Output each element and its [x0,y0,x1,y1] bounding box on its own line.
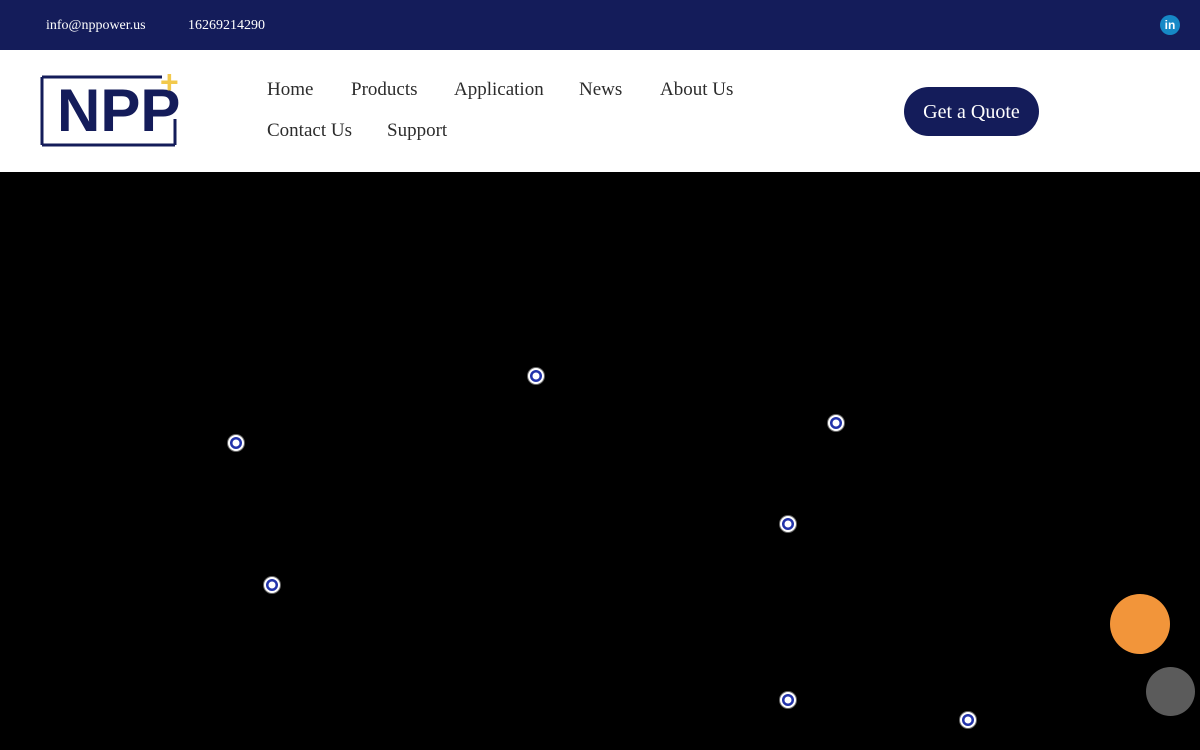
hotspot-icon[interactable] [264,577,280,593]
orange-circle-icon[interactable] [1110,594,1170,654]
company-logo[interactable]: NPP + [40,64,190,149]
nav-contact-us[interactable]: Contact Us [267,120,352,142]
hotspot-icon[interactable] [228,435,244,451]
gray-circle-icon[interactable] [1146,667,1195,716]
main-header: NPP + Home Products Application News Abo… [0,50,1200,172]
npp-logo-icon: NPP + [40,64,180,147]
contact-email[interactable]: info@nppower.us [46,17,146,35]
get-a-quote-button[interactable]: Get a Quote [904,87,1039,136]
primary-navigation: Home Products Application News About Us … [267,50,867,172]
hero-black-canvas [0,172,1200,750]
nav-home[interactable]: Home [267,79,313,101]
nav-support[interactable]: Support [387,120,447,142]
nav-about-us[interactable]: About Us [660,79,733,101]
hotspot-icon[interactable] [828,415,844,431]
logo-accent: + [160,67,179,100]
nav-products[interactable]: Products [351,79,418,101]
hotspot-icon[interactable] [528,368,544,384]
contact-phone[interactable]: 16269214290 [188,17,265,35]
hotspot-icon[interactable] [780,516,796,532]
linkedin-icon[interactable]: in [1160,15,1180,35]
hotspot-icon[interactable] [960,712,976,728]
nav-news[interactable]: News [579,79,622,101]
top-contact-bar: info@nppower.us 16269214290 in [0,0,1200,50]
nav-application[interactable]: Application [454,79,544,101]
hotspot-icon[interactable] [780,692,796,708]
